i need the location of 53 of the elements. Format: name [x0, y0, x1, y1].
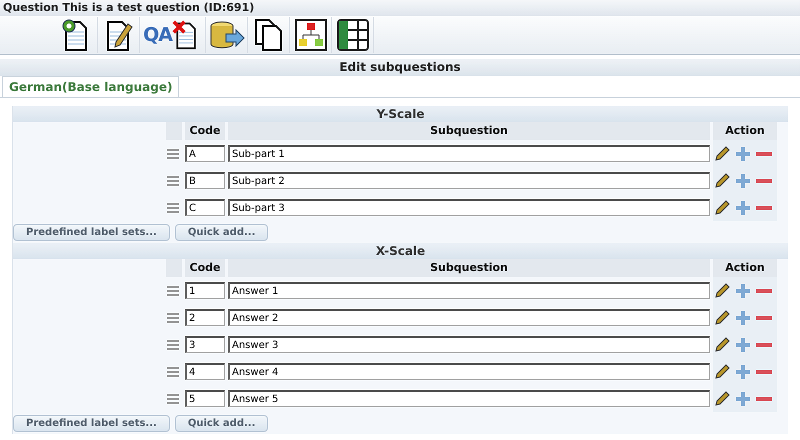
pencil-icon[interactable]	[713, 336, 731, 354]
pencil-icon[interactable]	[713, 282, 731, 300]
code-field[interactable]: 3	[185, 336, 225, 353]
drag-handle-icon[interactable]	[166, 284, 180, 296]
code-field[interactable]: C	[185, 199, 225, 216]
label-sets-button[interactable]: Predefined label sets...	[13, 224, 170, 241]
drag-handle-icon[interactable]	[166, 202, 180, 214]
scale-title: X-Scale	[13, 243, 788, 259]
drag-handle-icon[interactable]	[166, 174, 180, 186]
subquestion-field[interactable]: Answer 5	[228, 390, 710, 407]
window-title: Question This is a test question (ID:691)	[0, 0, 800, 16]
pencil-icon[interactable]	[713, 198, 731, 216]
pencil-icon[interactable]	[713, 390, 731, 408]
delete-question-button[interactable]: QA	[140, 17, 206, 53]
header-cell	[166, 122, 182, 140]
pencil-icon[interactable]	[713, 308, 731, 326]
pencil-icon[interactable]	[713, 144, 731, 162]
code-field[interactable]: A	[185, 145, 225, 162]
page-heading: Edit subquestions	[0, 59, 800, 76]
scale-title: Y-Scale	[13, 106, 788, 122]
subquestion-field[interactable]: Answer 2	[228, 309, 710, 326]
subquestion-field[interactable]: Answer 1	[228, 282, 710, 299]
qa-label: QA	[143, 24, 172, 46]
pencil-icon[interactable]	[713, 362, 731, 380]
quick-add-button[interactable]: Quick add...	[174, 224, 268, 241]
subquestion-field[interactable]: Sub-part 3	[228, 199, 710, 216]
subquestion-field[interactable]: Answer 3	[228, 336, 710, 353]
subquestion-field[interactable]: Sub-part 2	[228, 172, 710, 189]
language-tab[interactable]: German(Base language)	[2, 76, 180, 97]
column-header: Action	[713, 259, 777, 277]
table-grid-icon	[336, 18, 370, 52]
quick-add-button[interactable]: Quick add...	[174, 415, 268, 432]
code-field[interactable]: 2	[185, 309, 225, 326]
subquestion-field[interactable]: Sub-part 1	[228, 145, 710, 162]
header-cell	[166, 259, 182, 277]
column-header: Code	[185, 259, 225, 277]
drag-handle-icon[interactable]	[166, 366, 180, 378]
pencil-icon[interactable]	[713, 172, 731, 190]
drag-handle-icon[interactable]	[166, 338, 180, 350]
column-header: Subquestion	[228, 259, 710, 277]
subquestion-field[interactable]: Answer 4	[228, 363, 710, 380]
drag-handle-icon[interactable]	[166, 392, 180, 404]
code-field[interactable]: 4	[185, 363, 225, 380]
column-header: Code	[185, 122, 225, 140]
flowchart-icon	[294, 18, 328, 52]
drag-handle-icon[interactable]	[166, 312, 180, 324]
column-header: Subquestion	[228, 122, 710, 140]
code-field[interactable]: 1	[185, 282, 225, 299]
code-field[interactable]: 5	[185, 390, 225, 407]
drag-handle-icon[interactable]	[166, 148, 180, 160]
code-field[interactable]: B	[185, 172, 225, 189]
label-sets-button[interactable]: Predefined label sets...	[13, 415, 170, 432]
column-header: Action	[713, 122, 777, 140]
